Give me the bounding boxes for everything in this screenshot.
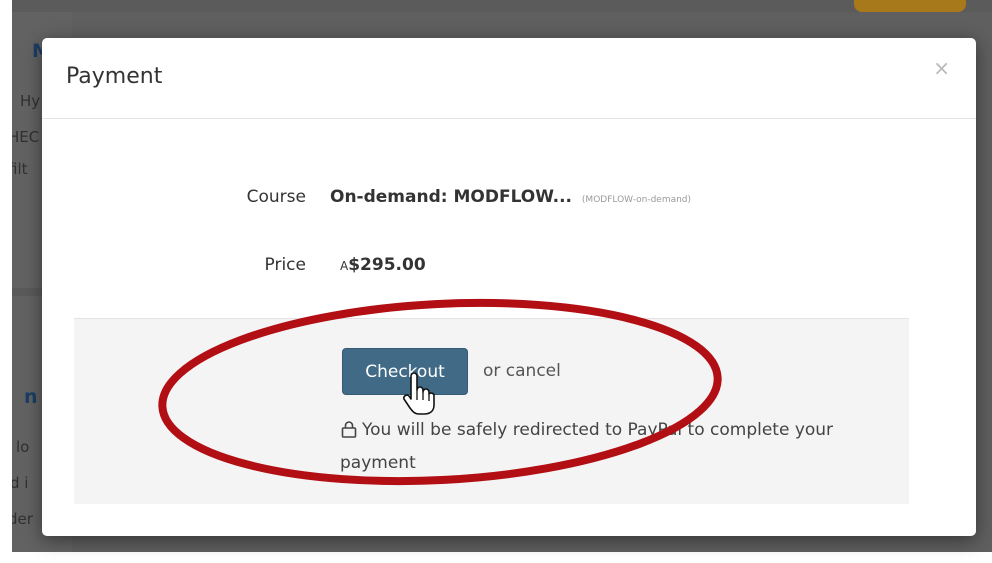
- background-text-line: filt: [12, 160, 28, 178]
- background-text-line: lo: [16, 438, 30, 456]
- redirect-note-text: You will be safely redirected to PayPal …: [340, 420, 834, 473]
- lock-icon: [340, 418, 358, 448]
- close-icon[interactable]: ×: [933, 58, 950, 78]
- background-text-line: HEC: [12, 128, 40, 146]
- course-code: (MODFLOW-on-demand): [581, 195, 692, 205]
- background-card-title-2: n: [24, 386, 38, 408]
- background-text-line: d i: [12, 474, 29, 492]
- payment-modal: Payment × Course On-demand: MODFLOW... (…: [42, 38, 976, 536]
- cancel-link[interactable]: or cancel: [483, 361, 561, 381]
- background-top-strip: [12, 0, 992, 12]
- background-text-line: Hy: [20, 92, 41, 110]
- background-header-button: [854, 0, 966, 12]
- course-value: On-demand: MODFLOW... (MODFLOW-on-demand…: [330, 187, 691, 207]
- currency-prefix: A: [340, 259, 349, 273]
- background-text-line: der: [12, 510, 33, 528]
- modal-title: Payment: [66, 64, 163, 89]
- hand-pointer-icon: [402, 372, 436, 420]
- course-name: On-demand: MODFLOW...: [330, 187, 572, 207]
- price-value: A$295.00: [340, 255, 426, 275]
- price-label: Price: [264, 255, 306, 275]
- modal-header: Payment ×: [42, 38, 976, 119]
- redirect-note: You will be safely redirected to PayPal …: [340, 415, 900, 478]
- course-label: Course: [246, 187, 306, 207]
- price-amount: $295.00: [348, 255, 426, 275]
- checkout-panel: Checkout or cancel You will be safely re…: [74, 318, 909, 504]
